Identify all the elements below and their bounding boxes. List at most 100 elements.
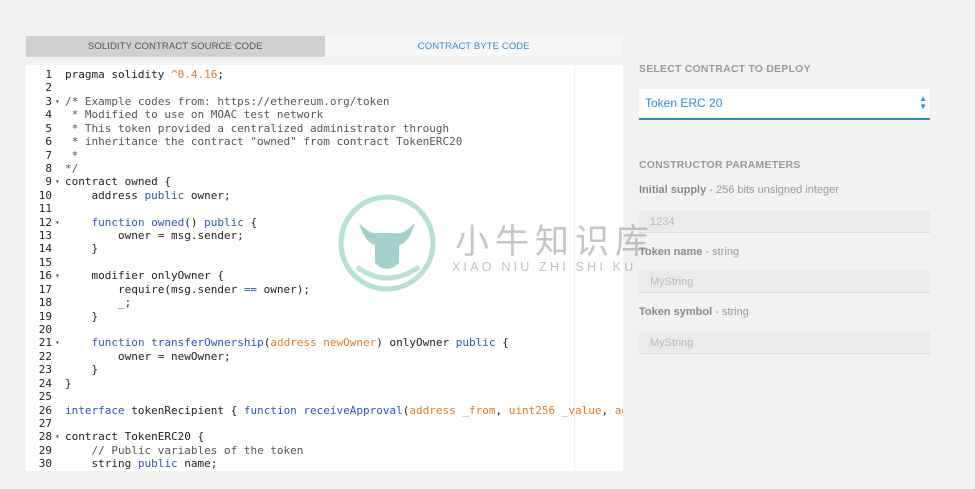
line-number: 11 [38,202,52,216]
line-number: 1 [45,68,52,81]
watermark-text: 小牛知识库 [455,222,655,262]
line-number: 7 [45,148,52,162]
line-number: 15 [38,255,52,269]
code-text: } [65,363,99,377]
line-number: 10 [38,188,52,202]
code-line: 6 * inheritance the contract "owned" fro… [26,135,623,148]
line-number: 5 [45,121,52,135]
line-number: 23 [38,363,52,377]
fold-toggle-icon[interactable]: ▾ [55,175,60,188]
param-name: Initial supply [639,184,707,196]
line-number: 4 [45,108,52,122]
fold-toggle-icon[interactable]: ▾ [55,336,60,349]
code-line: 18 _; [26,296,623,309]
line-number: 26 [38,403,52,417]
line-number: 28 [38,430,52,444]
code-text: * Modified to use on MOAC test network [65,108,324,122]
line-number: 8 [45,161,52,175]
code-text: } [65,242,99,256]
code-text: address public owner; [65,188,231,202]
line-number: 3 [45,94,52,108]
line-number: 14 [38,242,52,256]
line-number: 6 [45,135,52,149]
code-line: 10 address public owner; [26,189,623,202]
fold-toggle-icon[interactable]: ▾ [55,430,60,443]
code-line: 7 * [26,149,623,162]
fold-toggle-icon[interactable]: ▾ [55,216,60,229]
code-line: 9 ▾ contract owned { [26,175,623,188]
code-text: interface tokenRecipient { function rece… [65,403,623,417]
token-name-input[interactable] [639,271,930,293]
line-number: 29 [38,443,52,457]
code-line: 5 * This token provided a centralized ad… [26,122,623,135]
param-label-initial-supply: Initial supply - 256 bits unsigned integ… [639,184,839,196]
param-type: - string [705,246,740,258]
line-number: 16 [38,269,52,283]
code-text: modifier onlyOwner { [65,269,224,283]
code-line: 27 [26,417,623,430]
line-number: 20 [38,323,52,337]
code-line: 20 [26,323,623,336]
code-text: * inheritance the contract "owned" from … [65,135,463,149]
fold-toggle-icon[interactable]: ▾ [55,269,60,282]
code-text: function owned() public { [91,215,258,229]
code-text: function transferOwnership(address newOw… [91,336,509,350]
param-name: Token symbol [639,306,713,318]
code-text: } [65,376,72,390]
line-number: 24 [38,376,52,390]
code-line: 24} [26,377,623,390]
line-number: 18 [38,296,52,310]
contract-select-value: Token ERC 20 [645,96,723,110]
code-line: 22 owner = newOwner; [26,350,623,363]
code-text: _; [65,296,132,310]
contract-select[interactable]: Token ERC 20 ▲ ▼ [639,89,930,120]
line-number: 12 [38,215,52,229]
code-text: owner = msg.sender; [65,229,244,243]
line-number: 27 [38,416,52,430]
fold-toggle-icon[interactable]: ▾ [55,95,60,108]
code-line: 28 ▾ contract TokenERC20 { [26,430,623,443]
code-text: contract owned { [65,175,171,189]
code-line: 19 } [26,310,623,323]
code-line: 21 ▾ function transferOwnership(address n… [26,336,623,349]
code-text: // Public variables of the token [91,443,304,457]
code-line: 2 [26,81,623,94]
param-type: - 256 bits unsigned integer [709,184,839,196]
line-number: 22 [38,349,52,363]
code-line: 30 string public name; [26,457,623,470]
code-line: 1 pragma solidity ^0.4.16; [26,68,623,81]
line-number: 19 [38,309,52,323]
code-line: 17 require(msg.sender == owner); [26,283,623,296]
code-text: /* Example codes from: https://ethereum.… [65,94,390,108]
line-number: 17 [38,282,52,296]
source-tabs: SOLIDITY CONTRACT SOURCE CODE CONTRACT B… [26,36,623,57]
code-line: 8 */ [26,162,623,175]
line-number: 30 [38,457,52,471]
select-arrows-icon: ▲ ▼ [919,94,927,111]
code-line: 29 // Public variables of the token [26,444,623,457]
tab-solidity-source[interactable]: SOLIDITY CONTRACT SOURCE CODE [26,36,325,57]
code-text: contract TokenERC20 { [65,430,205,444]
tab-byte-code[interactable]: CONTRACT BYTE CODE [324,36,623,57]
code-text: pragma solidity ^0.4.16; [65,68,224,81]
param-type: - string [715,306,749,318]
code-text: owner = newOwner; [65,349,231,363]
line-number: 25 [38,390,52,404]
line-number: 9 [45,175,52,189]
line-number: 21 [38,336,52,350]
code-line: 26 interface tokenRecipient { function re… [26,404,623,417]
code-line: 3 ▾ /* Example codes from: https://ethereu… [26,95,623,108]
code-line: 25 [26,390,623,403]
deploy-section-title: SELECT CONTRACT TO DEPLOY [639,63,811,75]
code-text: */ [65,161,79,175]
constructor-section-title: CONSTRUCTOR PARAMETERS [639,159,801,171]
param-label-token-symbol: Token symbol - string [639,306,749,318]
line-number: 2 [45,81,52,95]
code-text: } [65,309,99,323]
watermark-subtext: XIAO NIU ZHI SHI KU [452,260,637,274]
initial-supply-input[interactable] [639,211,930,233]
token-symbol-input[interactable] [639,332,930,354]
code-text: * This token provided a centralized admi… [65,121,450,135]
code-line: 4 * Modified to use on MOAC test network [26,108,623,121]
code-text: require(msg.sender == owner); [65,282,311,296]
